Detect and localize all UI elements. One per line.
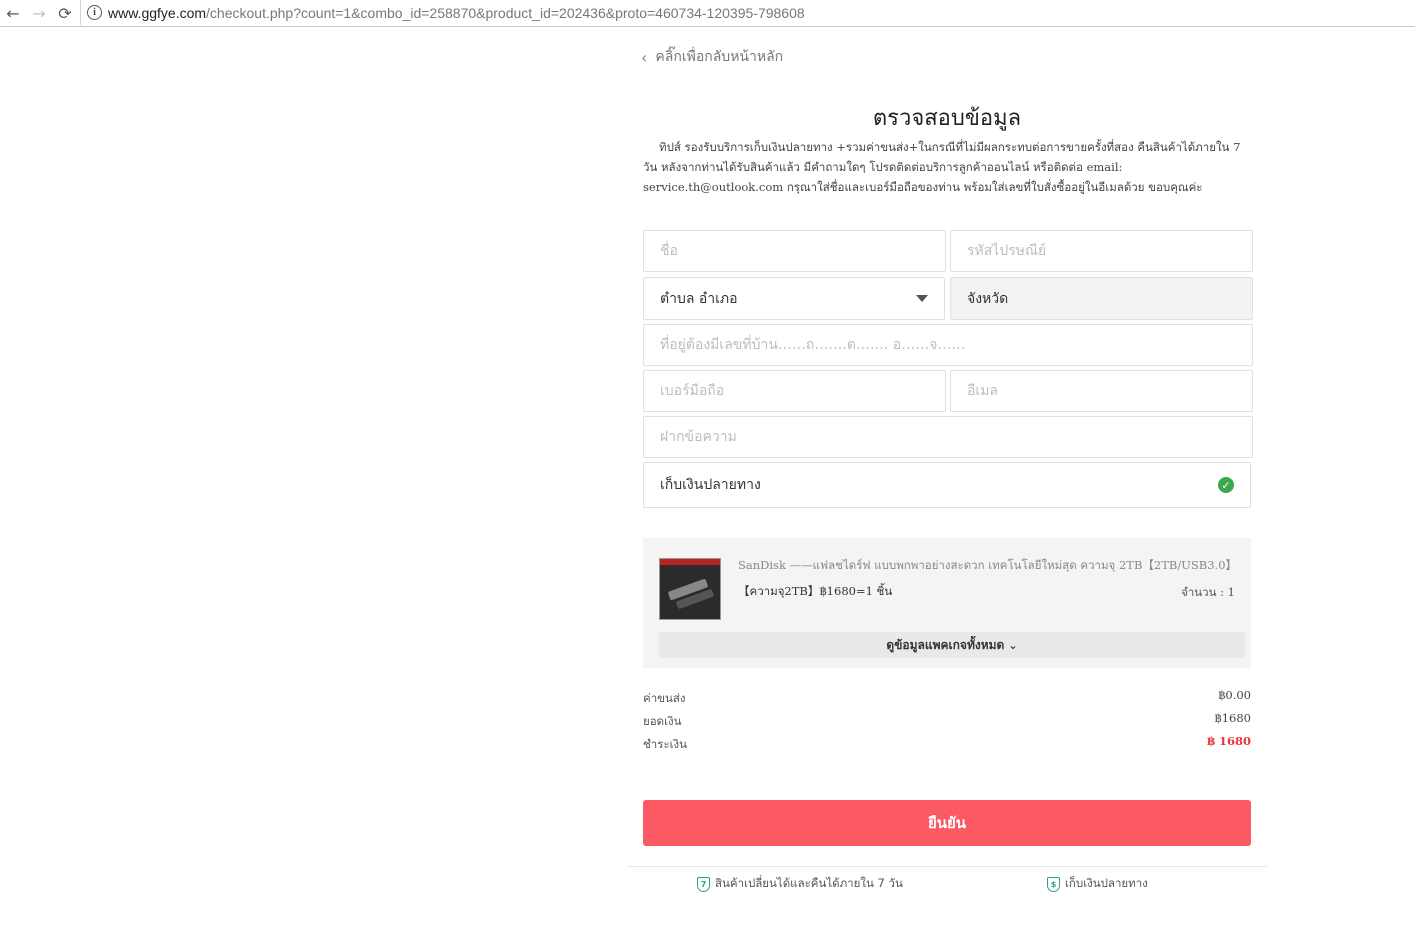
email-input[interactable]: อีเมล: [950, 370, 1253, 412]
postcode-input[interactable]: รหัสไปรษณีย์: [950, 230, 1253, 272]
browser-toolbar: ← → ⟳ i www.ggfye.com/checkout.php?count…: [0, 0, 1415, 27]
tips-text: ทิปส์ รองรับบริการเก็บเงินปลายทาง +รวมค่…: [643, 140, 1241, 194]
footer-divider: [627, 866, 1267, 867]
confirm-button[interactable]: ยืนยัน: [643, 800, 1251, 846]
shield-money-icon: $: [1047, 876, 1060, 892]
district-select-value: ตำบล อำเภอ: [660, 290, 738, 307]
address-input[interactable]: ที่อยู่ต้องมีเลขที่บ้าน……ถ…….ต……. อ……จ……: [643, 324, 1253, 366]
cod-guarantee: $ เก็บเงินปลายทาง: [1047, 875, 1148, 893]
view-all-packages-button[interactable]: ดูข้อมูลแพคเกจทั้งหมด ⌄: [659, 632, 1245, 658]
product-variant: 【ความจุ2TB】฿1680=1 ชิ้น: [738, 584, 893, 598]
address-bar[interactable]: i www.ggfye.com/checkout.php?count=1&com…: [80, 0, 1415, 25]
payment-option-cod[interactable]: เก็บเงินปลายทาง ✓: [643, 462, 1251, 508]
return-guarantee-label: สินค้าเปลี่ยนได้และคืนได้ภายใน 7 วัน: [715, 876, 903, 890]
info-icon[interactable]: i: [87, 5, 102, 20]
shipping-label: ค่าขนส่ง: [643, 691, 686, 705]
name-input[interactable]: ชื่อ: [643, 230, 946, 272]
view-all-packages-label: ดูข้อมูลแพคเกจทั้งหมด: [886, 637, 1005, 652]
subtotal-value: ฿1680: [1214, 711, 1251, 725]
chevron-down-icon: ⌄: [1008, 638, 1018, 652]
chevron-left-icon: ‹: [641, 47, 648, 67]
payment-option-label: เก็บเงินปลายทาง: [660, 477, 761, 493]
district-select[interactable]: ตำบล อำเภอ: [643, 277, 945, 320]
forward-arrow-icon[interactable]: →: [26, 1, 52, 25]
pay-value: ฿ 1680: [1206, 734, 1251, 748]
back-link-label: คลิ๊กเพื่อกลับหน้าหลัก: [655, 49, 784, 65]
phone-input[interactable]: เบอร์มือถือ: [643, 370, 946, 412]
product-quantity: จำนวน : 1: [1181, 585, 1235, 599]
page-title: ตรวจสอบข้อมูล: [872, 106, 1022, 131]
message-input[interactable]: ฝากข้อความ: [643, 416, 1253, 458]
back-arrow-icon[interactable]: ←: [0, 1, 26, 25]
reload-icon[interactable]: ⟳: [52, 1, 78, 25]
check-circle-icon: ✓: [1218, 477, 1234, 493]
shipping-value: ฿0.00: [1218, 688, 1251, 702]
cod-guarantee-label: เก็บเงินปลายทาง: [1065, 876, 1148, 890]
return-guarantee: 7 สินค้าเปลี่ยนได้และคืนได้ภายใน 7 วัน: [697, 875, 903, 893]
subtotal-label: ยอดเงิน: [643, 714, 682, 728]
pay-label: ชำระเงิน: [643, 737, 688, 751]
product-name: SanDisk ——แฟลชไดร์ฟ แบบพกพาอย่างสะดวก เท…: [738, 558, 1238, 572]
product-thumbnail: [659, 558, 721, 620]
province-field[interactable]: จังหวัด: [950, 277, 1253, 320]
url-host: www.ggfye.com: [108, 4, 207, 21]
shield-icon: 7: [697, 876, 710, 892]
product-summary: SanDisk ——แฟลชไดร์ฟ แบบพกพาอย่างสะดวก เท…: [643, 538, 1251, 668]
url-path: /checkout.php?count=1&combo_id=258870&pr…: [206, 4, 805, 21]
caret-down-icon: [916, 295, 928, 302]
back-to-home-link[interactable]: ‹ คลิ๊กเพื่อกลับหน้าหลัก: [641, 46, 783, 68]
